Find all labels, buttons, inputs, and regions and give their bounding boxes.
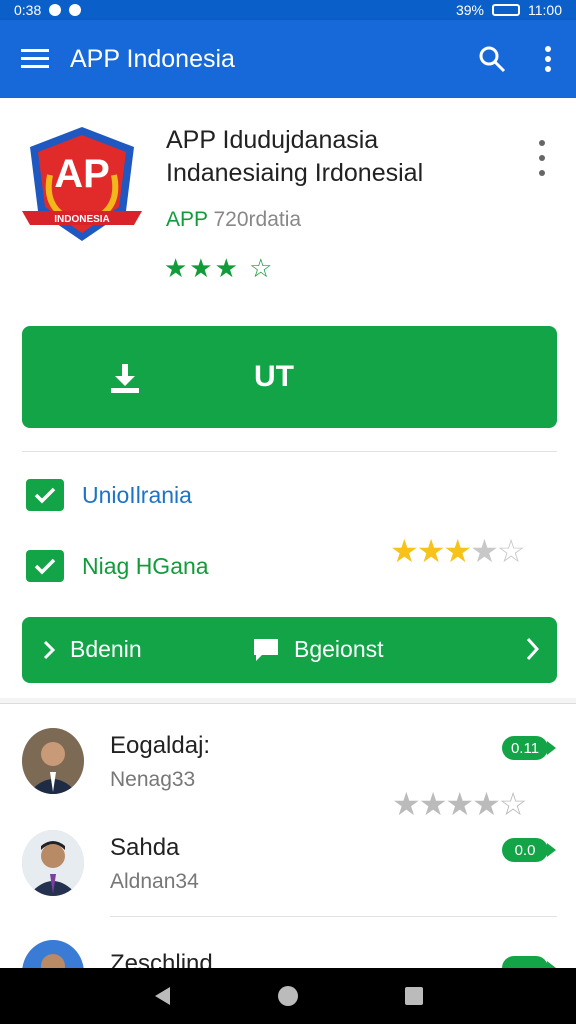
chat-bubble-icon — [254, 638, 278, 661]
rating-empty-star: ☆ — [496, 533, 526, 569]
action-bar: Bdenin Bgeionst — [22, 617, 557, 683]
more-vert-icon[interactable] — [520, 46, 576, 72]
app-bar-title: APP Indonesia — [70, 44, 235, 73]
battery-icon — [492, 4, 520, 16]
logo-text: AP — [54, 152, 110, 196]
rating-stars: ★★★★☆ — [390, 532, 526, 570]
app-bar: APP Indonesia — [0, 20, 576, 98]
developer-info[interactable]: APP 720rdatia — [166, 208, 301, 232]
check-icon — [26, 550, 64, 582]
action-left-label: Bdenin — [70, 636, 142, 662]
review-badge: 0.11 — [502, 736, 556, 760]
permission-row-2[interactable]: Niag HGana — [26, 550, 209, 582]
review-badge: 0.0 — [502, 838, 556, 862]
back-icon[interactable] — [152, 985, 172, 1007]
review-item[interactable]: Zeschlind — [22, 940, 562, 968]
search-icon[interactable] — [464, 45, 520, 73]
reviewer-meta: Aldnan34 — [110, 870, 199, 893]
status-clock: 11:00 — [528, 2, 562, 18]
action-right-label: Bgeionst — [294, 636, 384, 662]
chevron-right-icon — [43, 640, 56, 659]
app-logo: AP INDONESIA — [22, 125, 142, 245]
app-title-line1: APP Idudujdanasia — [166, 126, 379, 154]
app-more-icon[interactable] — [530, 140, 554, 176]
check-icon — [26, 479, 64, 511]
developer-meta: 720rdatia — [213, 208, 302, 231]
action-right-button[interactable]: Bgeionst — [252, 636, 384, 663]
permission-label: UnioIlrania — [82, 481, 192, 508]
review-rating-stars: ★★★★☆ — [392, 786, 527, 822]
hamburger-icon[interactable] — [0, 48, 70, 70]
notification-icon — [49, 4, 62, 16]
home-icon[interactable] — [276, 984, 300, 1008]
rating-partial-star: ★ — [470, 533, 499, 569]
permission-label: Niag HGana — [82, 552, 209, 579]
divider — [22, 451, 557, 452]
system-nav-bar — [0, 968, 576, 1024]
review-item[interactable]: Sahda Aldnan34 0.0 — [22, 830, 562, 900]
reviewer-meta: Nenag33 — [110, 768, 196, 791]
app-rating-stars: ★★★ ☆ — [164, 253, 275, 283]
battery-percent: 39% — [455, 2, 484, 18]
reviewer-name: Zeschlind — [110, 950, 213, 968]
chevron-right-icon[interactable] — [525, 636, 539, 662]
avatar — [22, 830, 84, 896]
rating-filled-stars: ★★★ — [390, 533, 472, 569]
reviewer-name: Eogaldaj: — [110, 732, 211, 759]
sync-icon — [69, 4, 82, 16]
status-time: 0:38 — [14, 2, 42, 18]
install-button[interactable]: UT — [22, 326, 557, 428]
avatar — [22, 940, 84, 968]
permission-row-1[interactable]: UnioIlrania — [26, 479, 192, 511]
recents-icon[interactable] — [404, 986, 424, 1006]
status-bar: 0:38 39% 11:00 — [0, 0, 576, 20]
app-title: APP Idudujdanasia Indanesiaing Irdonesia… — [166, 124, 506, 190]
divider — [110, 916, 557, 917]
download-icon — [111, 364, 139, 393]
install-label: UT — [254, 360, 294, 393]
reviewer-name: Sahda — [110, 834, 180, 861]
developer-name: APP — [166, 208, 208, 231]
logo-ribbon: INDONESIA — [54, 214, 110, 225]
review-badge — [502, 956, 556, 968]
avatar — [22, 728, 84, 794]
app-title-line2: Indanesiaing Irdonesial — [166, 159, 424, 187]
action-left-button[interactable]: Bdenin — [42, 636, 142, 663]
